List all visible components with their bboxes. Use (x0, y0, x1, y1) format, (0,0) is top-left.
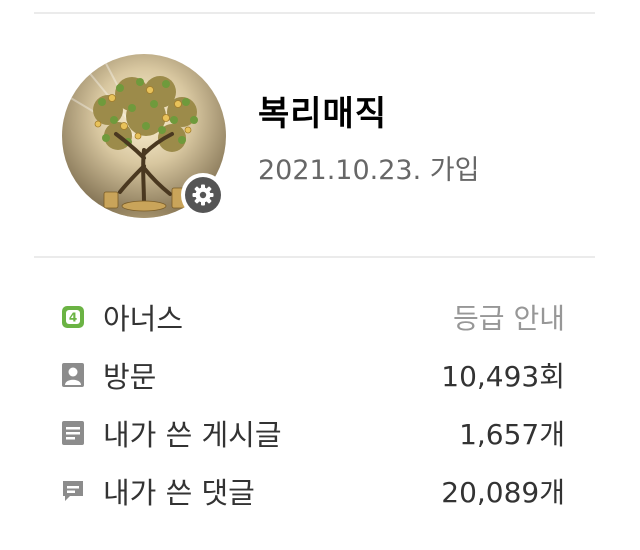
comment-bubble-icon (60, 478, 86, 504)
activity-info-list: 4 아너스 등급 안내 방문 10,493회 내가 쓴 게시글 1,657개 내… (34, 288, 565, 520)
visits-row: 방문 10,493회 (34, 346, 565, 404)
visits-count: 10,493회 (441, 360, 565, 393)
level-guide-link[interactable]: 등급 안내 (453, 297, 565, 337)
comments-label[interactable]: 내가 쓴 댓글 (103, 470, 255, 512)
posts-label[interactable]: 내가 쓴 게시글 (103, 412, 282, 454)
profile-avatar[interactable] (62, 54, 226, 218)
visits-label: 방문 (103, 360, 157, 394)
posts-count[interactable]: 1,657개 (459, 413, 565, 453)
middle-divider (34, 256, 595, 258)
profile-section: 복리매직 2021.10.23. 가입 (34, 14, 595, 256)
visit-person-icon (60, 362, 86, 388)
avatar-settings-button[interactable] (181, 173, 225, 217)
join-date: 2021.10.23. 가입 (258, 155, 480, 186)
comments-count[interactable]: 20,089개 (441, 471, 565, 511)
level-number: 4 (69, 311, 77, 325)
profile-nickname[interactable]: 복리매직 (258, 86, 387, 135)
post-document-icon (60, 420, 86, 446)
level-label: 아너스 (103, 302, 184, 336)
comments-row[interactable]: 내가 쓴 댓글 20,089개 (34, 462, 565, 520)
level-badge-icon: 4 (60, 304, 86, 330)
posts-row[interactable]: 내가 쓴 게시글 1,657개 (34, 404, 565, 462)
gear-icon (185, 177, 221, 213)
level-row: 4 아너스 등급 안내 (34, 288, 565, 346)
